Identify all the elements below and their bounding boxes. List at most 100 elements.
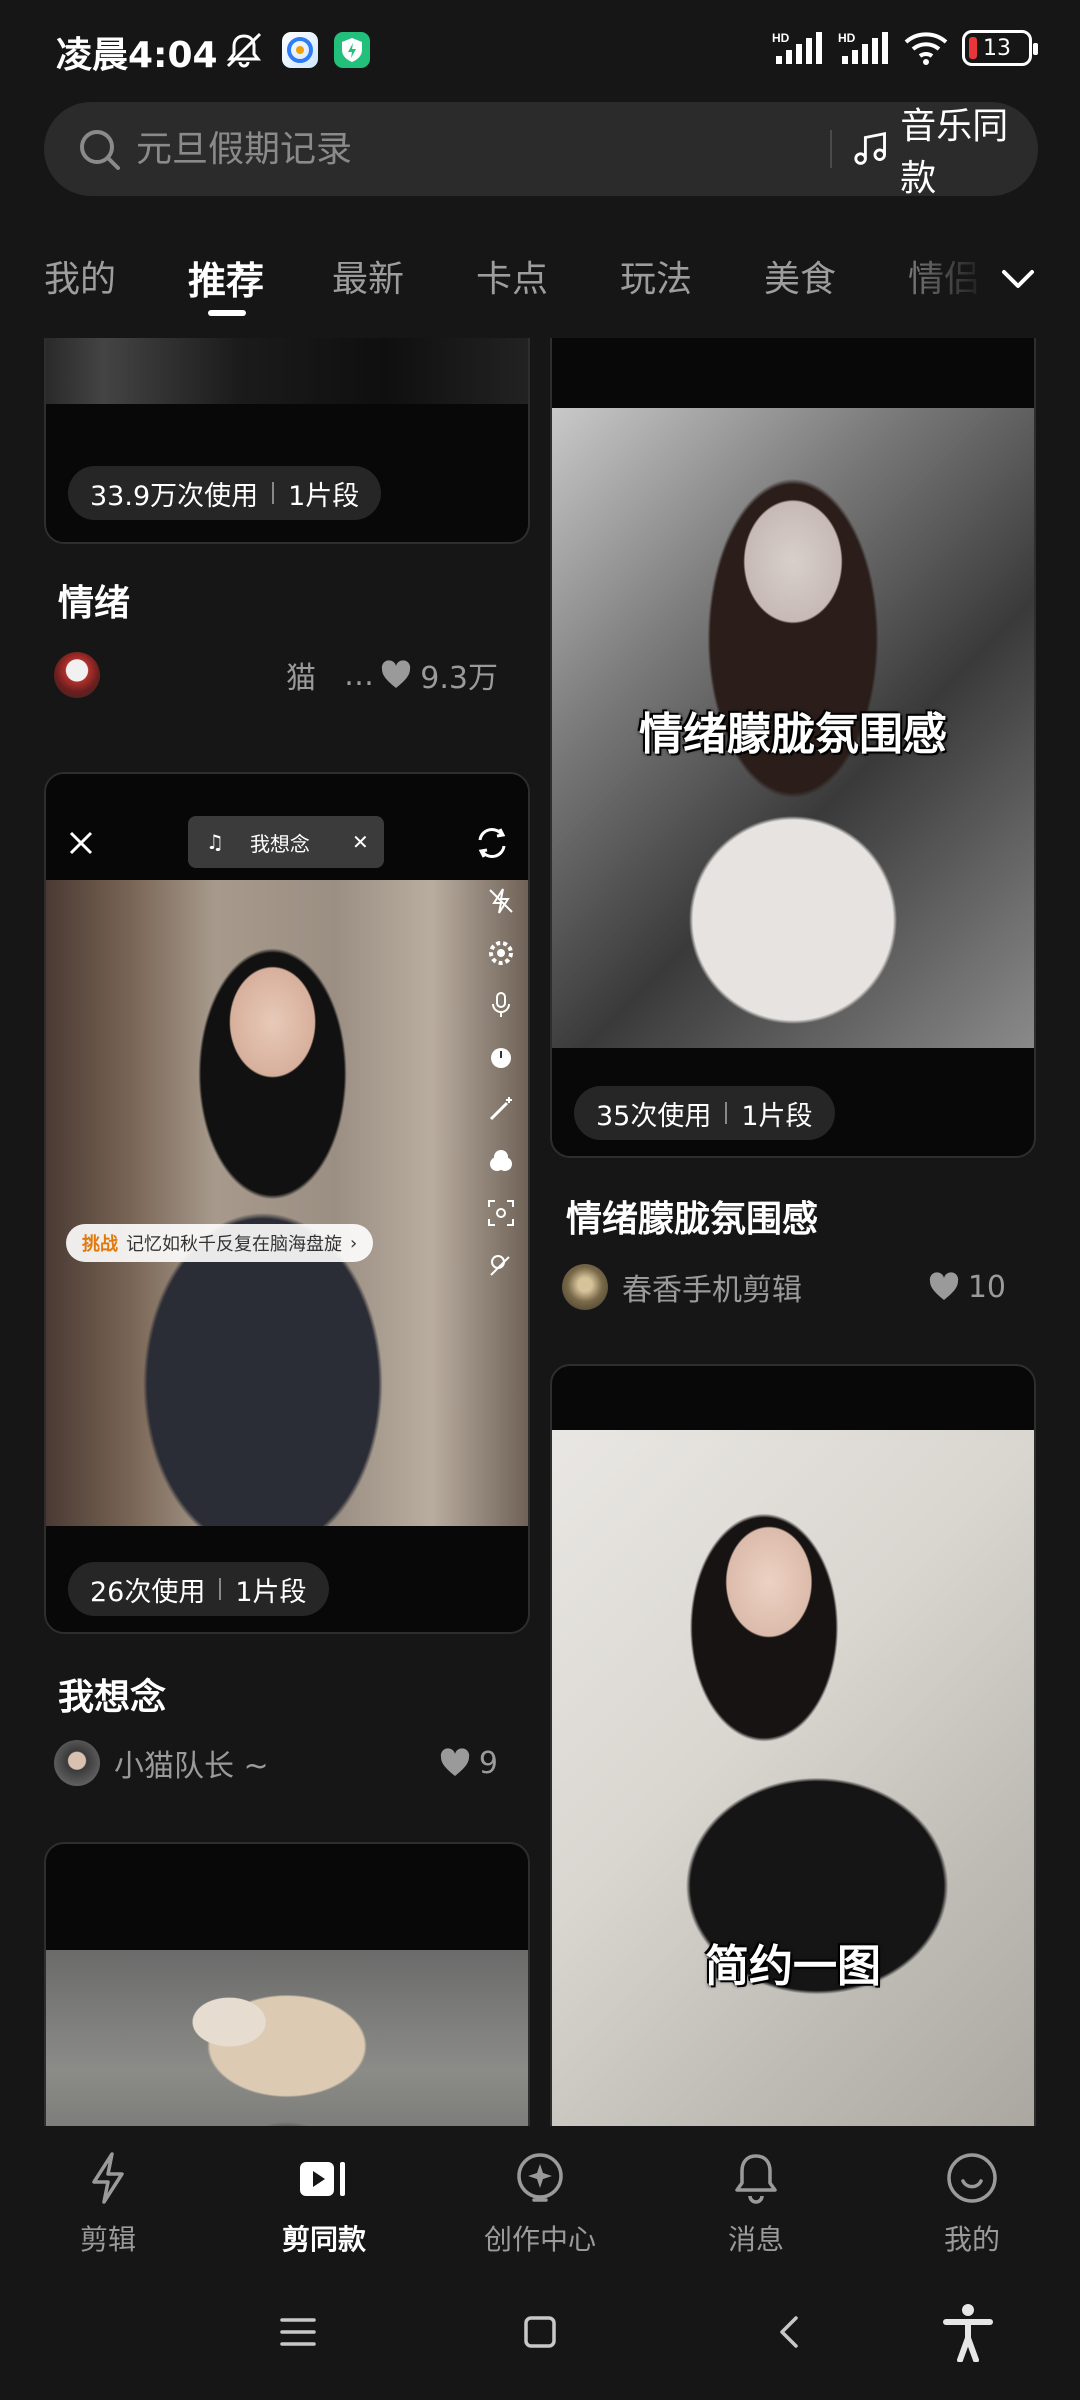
- nav-edit[interactable]: 剪辑: [28, 2148, 188, 2258]
- usage-badge: 33.9万次使用 1片段: [68, 466, 382, 520]
- music-pill-label: 我想念: [249, 831, 310, 856]
- challenge-text: 记忆如秋千反复在脑海盘旋: [126, 1234, 342, 1255]
- template-card-partial[interactable]: [44, 1842, 530, 2126]
- accessibility-icon[interactable]: [940, 2302, 996, 2362]
- author-name[interactable]: 春香手机剪辑: [622, 1265, 802, 1309]
- timer-icon: [491, 1048, 511, 1068]
- camera-side-tools: [486, 886, 516, 1280]
- template-card-emotion[interactable]: 33.9万次使用 1片段: [44, 338, 530, 544]
- status-left-icons: [222, 30, 370, 70]
- magic-wand-icon: [489, 1097, 512, 1121]
- wifi-icon: [904, 32, 948, 65]
- play-icon: [300, 2162, 345, 2196]
- template-overlay-text: 简约一图: [705, 1941, 881, 1992]
- shield-app-icon: [334, 32, 370, 68]
- card-meta: 春香手机剪辑 10: [562, 1262, 1006, 1312]
- search-divider: [830, 130, 832, 168]
- active-tab-indicator: [208, 310, 246, 316]
- tab-food[interactable]: 美食: [764, 250, 836, 302]
- card-title[interactable]: 情绪: [58, 574, 130, 626]
- like-count: 10: [967, 1269, 1006, 1305]
- card-title[interactable]: 我想念: [58, 1668, 166, 1720]
- usage-count: 33.9万次使用: [90, 480, 259, 512]
- segment-count: 1片段: [235, 1576, 307, 1608]
- template-feed: 33.9万次使用 1片段 情绪 猫 … 9.3万 ♫ 我想念 ✕ 挑战 记忆如秋…: [0, 338, 1080, 2126]
- nav-messages[interactable]: 消息: [676, 2148, 836, 2258]
- nav-label: 我的: [943, 2223, 1000, 2256]
- author-name[interactable]: 猫: [286, 653, 316, 697]
- template-card-simple[interactable]: 简约一图: [550, 1364, 1036, 2126]
- template-thumbnail: [46, 338, 528, 404]
- svg-text:HD: HD: [772, 31, 790, 45]
- template-card-miss[interactable]: ♫ 我想念 ✕ 挑战 记忆如秋千反复在脑海盘旋 › 26次使用 1片段: [44, 772, 530, 1634]
- chevron-right-icon: ›: [350, 1232, 358, 1254]
- usage-count: 26次使用: [90, 1576, 206, 1608]
- bottom-navigation: 剪辑 剪同款 创作中心 消息 我的: [0, 2126, 1080, 2276]
- heart-icon: [440, 1748, 470, 1776]
- avatar[interactable]: [562, 1264, 608, 1310]
- nav-profile[interactable]: 我的: [892, 2148, 1052, 2258]
- scan-icon: [488, 1200, 514, 1226]
- card-title[interactable]: 情绪朦胧氛围感: [566, 1190, 818, 1242]
- usage-badge: 26次使用 1片段: [68, 1562, 329, 1616]
- author-ellipsis: …: [344, 657, 374, 693]
- likes[interactable]: 10: [928, 1270, 1006, 1305]
- status-right-icons: HD HD 13: [772, 30, 1038, 66]
- tab-fade: [880, 232, 1000, 322]
- signal-icon: HD: [772, 31, 822, 64]
- search-input[interactable]: [136, 120, 796, 178]
- close-icon: [69, 831, 93, 855]
- signal-icon-2: HD: [838, 31, 888, 64]
- nav-label: 剪辑: [79, 2223, 136, 2256]
- usage-badge: 35次使用 1片段: [574, 1086, 835, 1140]
- svg-text:HD: HD: [838, 31, 856, 45]
- chevron-down-icon[interactable]: [996, 260, 1040, 300]
- lightbulb-icon: [517, 2153, 563, 2202]
- template-overlay-text: 情绪朦胧氛围感: [639, 709, 947, 760]
- avatar[interactable]: [54, 652, 100, 698]
- category-tabs: 我的 推荐 最新 卡点 玩法 美食 情侣: [0, 232, 1080, 332]
- avatar[interactable]: [54, 1740, 100, 1786]
- template-card-hazy-mood[interactable]: 情绪朦胧氛围感 35次使用 1片段: [550, 338, 1036, 1158]
- bolt-icon: [92, 2152, 124, 2204]
- tab-gameplay[interactable]: 玩法: [620, 250, 692, 302]
- menu-icon[interactable]: [278, 2312, 318, 2352]
- tab-beat[interactable]: 卡点: [476, 250, 548, 302]
- home-icon[interactable]: [520, 2312, 560, 2352]
- tab-mine[interactable]: 我的: [44, 250, 116, 302]
- usage-count: 35次使用: [596, 1100, 712, 1132]
- likes[interactable]: 9.3万: [380, 653, 498, 697]
- tab-recommended[interactable]: 推荐: [188, 250, 264, 305]
- music-match-button[interactable]: 音乐同款: [852, 106, 1038, 199]
- template-thumbnail: [46, 1950, 528, 2126]
- mute-icon: [226, 32, 262, 68]
- search-bar[interactable]: 音乐同款: [44, 102, 1038, 199]
- like-count: 9: [478, 1745, 498, 1781]
- music-pill: ♫ 我想念 ✕: [188, 816, 384, 868]
- battery-icon: 13: [962, 30, 1038, 66]
- tab-latest[interactable]: 最新: [332, 250, 404, 302]
- nav-label: 创作中心: [483, 2223, 596, 2256]
- microphone-icon: [492, 992, 510, 1017]
- like-count: 9.3万: [420, 661, 498, 696]
- battery-level: 13: [983, 35, 1011, 61]
- heart-icon: [382, 660, 411, 688]
- nav-label: 消息: [727, 2223, 784, 2256]
- author-name[interactable]: 小猫队长 ~: [114, 1741, 269, 1785]
- pill-close-icon: ✕: [351, 830, 369, 854]
- camera-toolbar: ♫ 我想念 ✕: [46, 774, 528, 880]
- segment-count: 1片段: [741, 1100, 813, 1132]
- nav-templates[interactable]: 剪同款: [244, 2148, 404, 2258]
- smile-icon: [947, 2153, 997, 2203]
- back-icon[interactable]: [770, 2312, 810, 2352]
- likes[interactable]: 9: [439, 1746, 498, 1781]
- search-icon: [80, 130, 120, 170]
- template-thumbnail: [46, 880, 528, 1526]
- filter-icon: [490, 1150, 512, 1171]
- heart-icon: [929, 1272, 958, 1300]
- nav-label: 剪同款: [281, 2223, 366, 2256]
- beauty-off-icon: [490, 1255, 510, 1276]
- nav-creator-center[interactable]: 创作中心: [460, 2148, 620, 2258]
- flash-off-icon: [489, 888, 513, 914]
- card-meta: 小猫队长 ~ 9: [54, 1738, 498, 1788]
